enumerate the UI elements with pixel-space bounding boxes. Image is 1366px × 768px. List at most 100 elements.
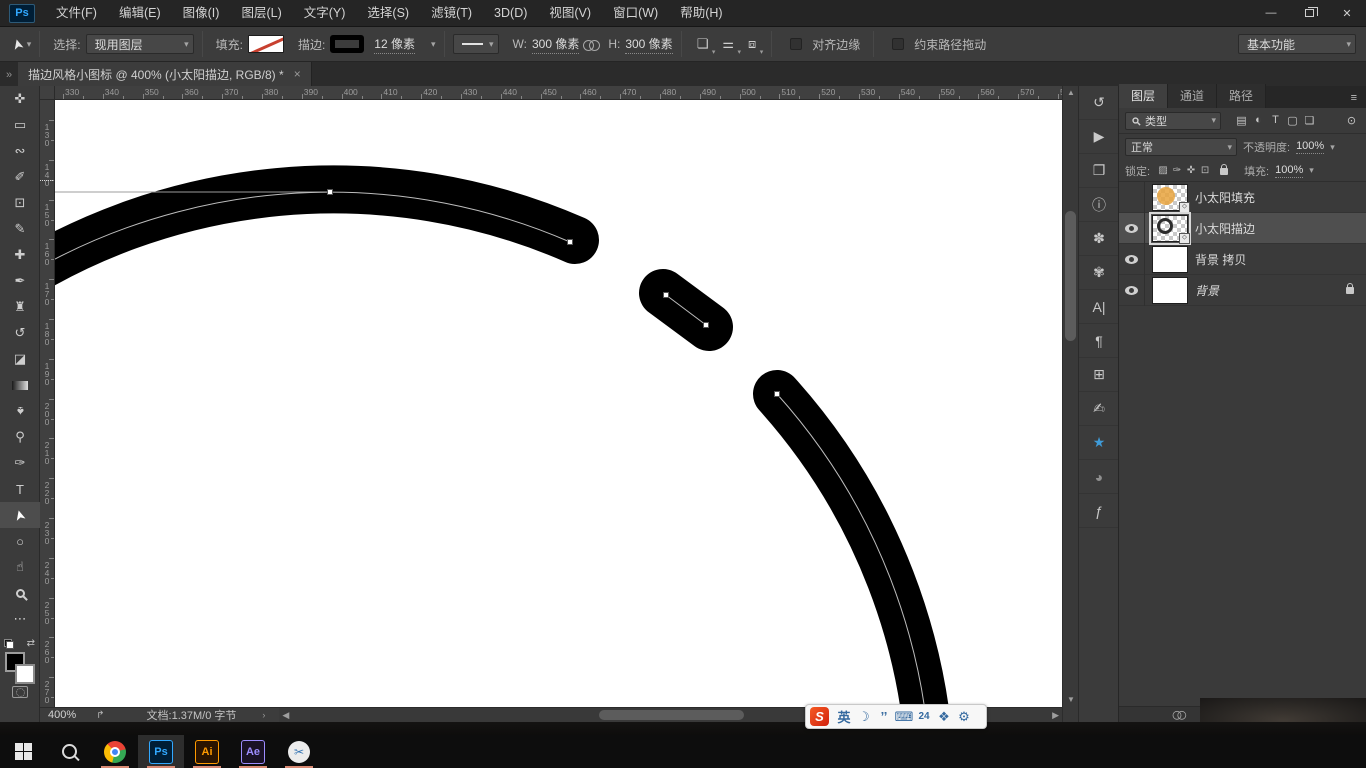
taskbar-snipping-tool-button[interactable]: ✂ <box>276 735 322 768</box>
ruler-top[interactable]: 3303403503603703803904004104204304404504… <box>55 86 1062 100</box>
sogou-logo-icon[interactable]: S <box>810 707 829 726</box>
scroll-up-icon[interactable]: ▲ <box>1063 88 1079 97</box>
tool-move[interactable]: ✜ <box>0 86 40 112</box>
document-tab[interactable]: 描边风格小图标 @ 400% (小太阳描边, RGB/8) * × <box>18 62 312 86</box>
panel-menu-icon[interactable]: ≡ <box>1343 92 1366 108</box>
styles-fx-panel-icon[interactable]: ƒ <box>1079 494 1119 528</box>
stroke-width-field[interactable]: 12 像素 <box>374 35 415 54</box>
tab-close-icon[interactable]: × <box>294 67 301 81</box>
lock-all-icon[interactable] <box>1220 168 1228 175</box>
scroll-right-icon[interactable]: ▶ <box>1052 710 1059 721</box>
brushes-panel-icon[interactable]: ✽ <box>1079 222 1119 256</box>
layer-row-2[interactable]: 背景 拷贝 <box>1119 244 1366 275</box>
scroll-left-icon[interactable]: ◀ <box>282 710 289 721</box>
background-color-swatch[interactable] <box>15 664 35 684</box>
height-field[interactable]: 300 像素 <box>625 35 672 54</box>
blend-mode-dropdown[interactable]: 正常 ▾ <box>1125 138 1237 156</box>
path-alignment-icon[interactable]: ⚌ <box>722 36 734 52</box>
layer-row-3[interactable]: 背景 <box>1119 275 1366 306</box>
align-edges-checkbox[interactable] <box>790 38 802 50</box>
horizontal-scroll-thumb[interactable] <box>599 710 744 720</box>
opacity-field[interactable]: 100% <box>1296 140 1324 154</box>
menu-item-1[interactable]: 编辑(E) <box>108 0 172 27</box>
lock-paint-icon[interactable]: ✑ <box>1170 165 1184 176</box>
scroll-down-icon[interactable]: ▼ <box>1063 695 1079 704</box>
ruler-left[interactable]: 1301401501601701801902002102202302402502… <box>40 100 55 707</box>
fill-field[interactable]: 100% <box>1275 164 1303 178</box>
brush-settings-panel-icon[interactable]: ✾ <box>1079 256 1119 290</box>
taskbar-start-button[interactable] <box>0 735 46 768</box>
filter-shape-icon[interactable]: ▢ <box>1284 114 1301 127</box>
lock-position-icon[interactable]: ✜ <box>1184 165 1198 176</box>
layer-filter-dropdown[interactable]: 类型 ▾ <box>1125 112 1221 130</box>
tool-marquee[interactable]: ▭ <box>0 112 40 138</box>
filter-smart-object-icon[interactable]: ❏ <box>1301 114 1318 127</box>
document-canvas[interactable] <box>55 100 1062 707</box>
tool-edit-toolbar[interactable]: ⋯ <box>0 606 40 632</box>
menu-item-6[interactable]: 滤镜(T) <box>420 0 483 27</box>
select-mode-dropdown[interactable]: 现用图层 ▾ <box>86 34 194 54</box>
ime-skin-icon[interactable]: ❖ <box>934 707 954 727</box>
menu-item-7[interactable]: 3D(D) <box>483 0 538 27</box>
tool-eraser[interactable]: ◪ <box>0 346 40 372</box>
taskbar-aftereffects-button[interactable]: Ae <box>230 735 276 768</box>
default-colors-icon[interactable] <box>4 639 14 649</box>
taskbar-illustrator-button[interactable]: Ai <box>184 735 230 768</box>
ime-toolbox-icon[interactable]: ⚙ <box>954 707 974 727</box>
character-panel-icon[interactable]: A| <box>1079 290 1119 324</box>
status-chevron-icon[interactable]: › <box>262 710 265 720</box>
filter-adjustment-icon[interactable]: ◐ <box>1250 114 1267 127</box>
menu-item-10[interactable]: 帮助(H) <box>669 0 733 27</box>
tool-gradient[interactable] <box>0 372 40 398</box>
menu-item-8[interactable]: 视图(V) <box>538 0 602 27</box>
swap-colors-icon[interactable]: ⇄ <box>27 638 35 649</box>
tool-dodge[interactable]: ⚲ <box>0 424 40 450</box>
ime-night-mode-icon[interactable]: ☽ <box>854 707 874 727</box>
visibility-toggle[interactable] <box>1119 182 1145 213</box>
path-anchor[interactable] <box>775 392 780 397</box>
chevron-down-icon[interactable]: ▾ <box>1309 165 1314 176</box>
tool-history-brush[interactable]: ↺ <box>0 320 40 346</box>
link-dimensions-icon[interactable] <box>583 40 599 49</box>
path-anchor[interactable] <box>328 190 333 195</box>
chevron-down-icon[interactable]: ▾ <box>1330 142 1335 153</box>
tool-eyedropper[interactable]: ✎ <box>0 216 40 242</box>
tool-lasso[interactable]: ∾ <box>0 138 40 164</box>
ime-24h-icon[interactable]: 24 <box>914 707 934 727</box>
tool-brush[interactable]: ✒ <box>0 268 40 294</box>
ime-language-icon[interactable]: 英 <box>834 707 854 727</box>
layer-row-1[interactable]: ⬦小太阳描边 <box>1119 213 1366 244</box>
tab-通道[interactable]: 通道 <box>1168 84 1217 108</box>
tool-crop[interactable]: ⊡ <box>0 190 40 216</box>
menu-item-4[interactable]: 文字(Y) <box>293 0 357 27</box>
stroke-swatch[interactable] <box>330 35 364 53</box>
filter-toggle-icon[interactable]: ⊙ <box>1343 114 1360 127</box>
properties-panel-icon[interactable]: ❐ <box>1079 154 1119 188</box>
tool-blur[interactable]: ♠ <box>0 398 40 424</box>
tab-路径[interactable]: 路径 <box>1217 84 1266 108</box>
creative-cloud-panel-icon[interactable]: ◕ <box>1079 460 1119 494</box>
close-button[interactable]: ✕ <box>1328 0 1366 27</box>
link-layers-icon[interactable] <box>1173 711 1186 718</box>
layer-thumbnail[interactable]: ⬦ <box>1152 184 1188 211</box>
restore-button[interactable] <box>1290 0 1328 27</box>
taskbar-chrome-button[interactable] <box>92 735 138 768</box>
tool-quick-selection[interactable]: ✐ <box>0 164 40 190</box>
filter-pixel-icon[interactable]: ▤ <box>1233 114 1250 127</box>
menu-item-9[interactable]: 窗口(W) <box>602 0 669 27</box>
tool-hand[interactable]: ☝ <box>0 554 40 580</box>
visibility-toggle[interactable] <box>1119 275 1145 306</box>
share-icon[interactable]: ↱ <box>96 710 104 721</box>
layer-thumbnail[interactable] <box>1152 246 1188 273</box>
menu-item-0[interactable]: 文件(F) <box>45 0 108 27</box>
notes-panel-icon[interactable]: ✍ <box>1079 392 1119 426</box>
width-field[interactable]: 300 像素 <box>532 35 579 54</box>
taskbar-photoshop-button[interactable]: Ps <box>138 735 184 768</box>
tool-zoom[interactable] <box>0 580 40 606</box>
fill-swatch-none[interactable] <box>248 35 284 53</box>
layer-row-0[interactable]: ⬦小太阳填充 <box>1119 182 1366 213</box>
tab-图层[interactable]: 图层 <box>1119 84 1168 108</box>
libraries-star-panel-icon[interactable]: ★ <box>1079 426 1119 460</box>
ruler-corner[interactable] <box>40 86 55 100</box>
ime-punctuation-icon[interactable]: ’’ <box>874 707 894 727</box>
